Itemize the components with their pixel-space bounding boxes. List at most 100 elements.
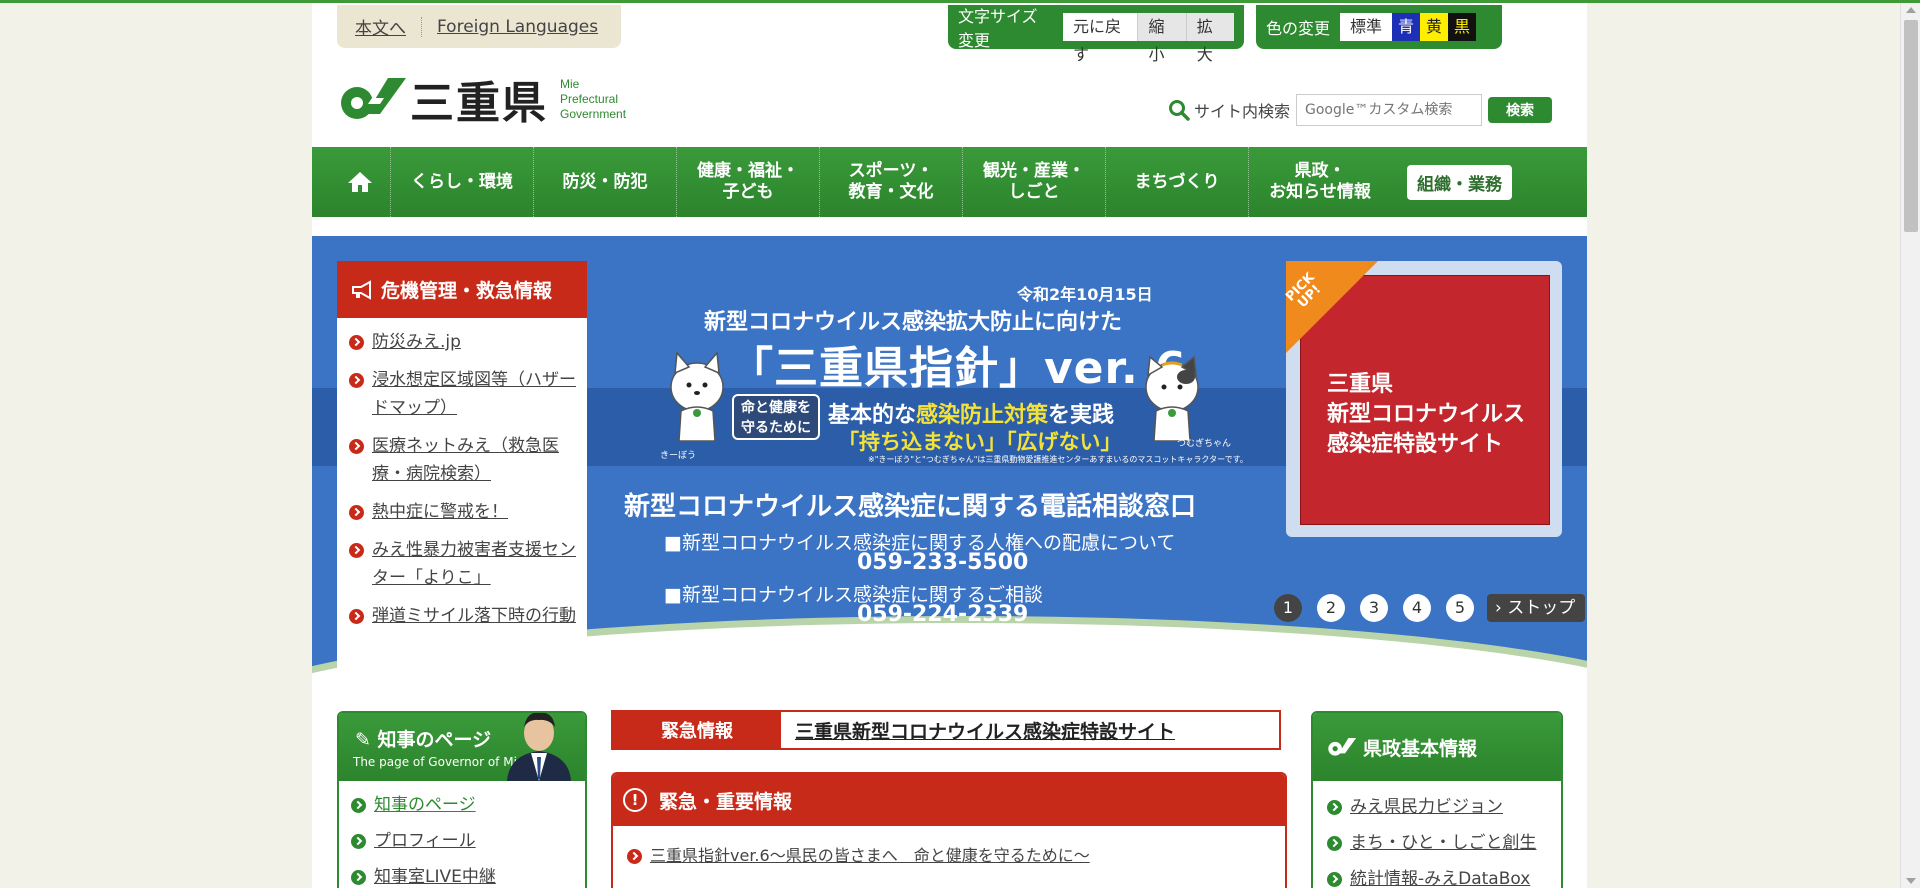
nav-item-bousai[interactable]: 防災・防犯 [533, 147, 676, 217]
governor-photo [507, 713, 571, 781]
pager-dot-1[interactable]: 1 [1274, 594, 1302, 622]
search-input[interactable] [1296, 94, 1483, 126]
pager-dot-2[interactable]: 2 [1317, 594, 1345, 622]
arrow-right-icon [351, 798, 366, 813]
text-size-smaller-button[interactable]: 縮小 [1137, 13, 1186, 64]
kensei-link[interactable]: 統計情報-みえDataBox [1350, 865, 1530, 888]
arrow-right-icon [349, 439, 364, 454]
important-link[interactable]: 三重県指針ver.6～県民の皆さまへ 命と健康を守るために～ [650, 842, 1090, 870]
color-change-label: 色の変更 [1266, 19, 1331, 38]
list-item: まち・ひと・しごと創生 [1327, 829, 1553, 857]
banner-line3-b: 感染防止対策 [916, 403, 1049, 428]
governor-header[interactable]: ✎ 知事のページ The page of Governor of Mie [339, 713, 585, 781]
foreign-languages-link[interactable]: Foreign Languages [437, 17, 598, 37]
governor-panel: ✎ 知事のページ The page of Governor of Mie 知事の… [337, 711, 587, 888]
governor-link[interactable]: 知事のページ [374, 791, 476, 819]
text-size-label: 文字サイズ変更 [958, 7, 1038, 50]
text-size-larger-button[interactable]: 拡大 [1185, 13, 1235, 64]
important-header: ! 緊急・重要情報 [613, 774, 1285, 826]
crisis-link[interactable]: 浸水想定区域図等（ハザードマップ） [372, 366, 577, 422]
stop-label: ストップ [1507, 598, 1576, 618]
list-item: 熱中症に警戒を！ [349, 498, 577, 526]
emergency-label: 緊急情報 [613, 712, 781, 748]
carousel-stop-button[interactable]: › ストップ [1487, 594, 1586, 622]
nav-label: くらし・環境 [411, 171, 513, 192]
search-icon [1169, 100, 1190, 121]
banner-line3-a: 基本的な [828, 403, 917, 428]
kensei-link[interactable]: まち・ひと・しごと創生 [1350, 829, 1537, 857]
mie-emblem-icon [1328, 738, 1357, 756]
arrow-right-icon [1327, 800, 1342, 815]
list-item: みえ県民力ビジョン [1327, 793, 1553, 821]
nav-label: しごと [1008, 182, 1060, 202]
arrow-right-icon [349, 609, 364, 624]
nav-item-sports[interactable]: スポーツ・ 教育・文化 [819, 147, 962, 217]
governor-title: ✎ 知事のページ [355, 725, 491, 752]
scroll-down-arrow-icon[interactable] [1906, 878, 1916, 884]
nav-label: 県政・ [1294, 161, 1346, 181]
banner-date: 令和2年10月15日 [1017, 285, 1153, 304]
pager-dot-5[interactable]: 5 [1446, 594, 1474, 622]
nav-item-machizukuri[interactable]: まちづくり [1105, 147, 1248, 217]
nav-item-kankou[interactable]: 観光・産業・ しごと [962, 147, 1105, 217]
crisis-link[interactable]: 防災みえ.jp [372, 328, 461, 356]
kensei-header: 県政基本情報 [1313, 713, 1561, 781]
global-nav: くらし・環境 防災・防犯 健康・福祉・ 子ども スポーツ・ 教育・文化 観光・産業・… [312, 147, 1587, 217]
text-size-reset-button[interactable]: 元に戻す [1062, 13, 1138, 64]
color-standard-button[interactable]: 標準 [1340, 13, 1393, 41]
pickup-card[interactable]: 三重県 新型コロナウイルス 感染症特設サイト PICK UP! [1283, 261, 1562, 537]
nav-org-button[interactable]: 組織・業務 [1407, 164, 1512, 200]
vertical-scrollbar[interactable] [1900, 3, 1920, 888]
skip-links: 本文へ Foreign Languages [337, 5, 621, 48]
crisis-link[interactable]: 弾道ミサイル落下時の行動 [372, 602, 576, 630]
crisis-link[interactable]: みえ性暴力被害者支援センター「よりこ」 [372, 536, 577, 592]
color-yellow-button[interactable]: 黄 [1420, 13, 1449, 41]
site-logo[interactable]: 三重県 Mie Prefectural Government [338, 67, 626, 131]
scrollbar-thumb[interactable] [1904, 20, 1918, 232]
nav-label: 子ども [722, 182, 774, 202]
arrow-right-icon [351, 834, 366, 849]
list-item: みえ性暴力被害者支援センター「よりこ」 [349, 536, 577, 592]
nav-item-kensei[interactable]: 県政・ お知らせ情報 [1248, 147, 1391, 217]
pager-dot-3[interactable]: 3 [1360, 594, 1388, 622]
banner-phone1: 059-233-5500 [857, 550, 1029, 575]
nav-label: 教育・文化 [848, 182, 934, 202]
banner-badge: 命と健康を 守るために [732, 394, 820, 440]
color-black-button[interactable]: 黒 [1448, 13, 1477, 41]
scroll-up-arrow-icon[interactable] [1906, 7, 1916, 13]
banner-line4: 「持ち込まない」「広げない」 [838, 430, 1122, 454]
text-size-panel: 文字サイズ変更 元に戻す 縮小 拡大 [948, 5, 1244, 64]
badge-line: 守るために [741, 420, 811, 436]
skip-to-main-link[interactable]: 本文へ [355, 14, 406, 39]
search-button[interactable]: 検索 [1488, 97, 1553, 123]
governor-link[interactable]: 知事室LIVE中継 [374, 863, 496, 888]
list-item: 知事室LIVE中継 [351, 863, 575, 888]
emergency-link[interactable]: 三重県新型コロナウイルス感染症特設サイト [781, 712, 1279, 748]
banner-note: ※"きーぼう"と"つむぎちゃん"は三重県動物愛護推進センターあすまいるのマスコッ… [868, 455, 1248, 464]
nav-item-kurashi[interactable]: くらし・環境 [390, 147, 533, 217]
divider [421, 16, 422, 37]
page-container: 本文へ Foreign Languages 文字サイズ変更 元に戻す 縮小 拡大… [312, 3, 1587, 888]
kensei-link[interactable]: みえ県民力ビジョン [1350, 793, 1503, 821]
mascot2-label: つむぎちゃん [1177, 439, 1232, 449]
crisis-panel: 危機管理・救急情報 防災みえ.jp 浸水想定区域図等（ハザードマップ） 医療ネッ… [337, 261, 587, 691]
arrow-right-icon [627, 849, 642, 864]
banner-phone2: 059-224-2339 [857, 602, 1029, 627]
governor-link[interactable]: プロフィール [374, 827, 476, 855]
color-blue-button[interactable]: 青 [1392, 13, 1421, 41]
nav-label: 観光・産業・ [983, 161, 1085, 181]
chevron-right-icon: › [1495, 598, 1508, 618]
pager-dot-4[interactable]: 4 [1403, 594, 1431, 622]
logo-en-line: Government [560, 106, 627, 121]
list-item: 弾道ミサイル落下時の行動 [349, 602, 577, 630]
nav-item-kenkou[interactable]: 健康・福祉・ 子ども [676, 147, 819, 217]
alert-icon: ! [623, 788, 647, 812]
nav-home[interactable] [330, 147, 390, 217]
arrow-right-icon [349, 505, 364, 520]
mie-emblem-icon [341, 78, 406, 119]
crisis-link[interactable]: 熱中症に警戒を！ [372, 498, 508, 526]
banner-line5: 新型コロナウイルス感染症に関する電話相談窓口 [624, 492, 1197, 522]
crisis-link[interactable]: 医療ネットみえ（救急医療・病院検索） [372, 432, 577, 488]
pickup-text: 三重県 新型コロナウイルス 感染症特設サイト [1327, 370, 1525, 460]
search-label: サイト内検索 [1194, 102, 1291, 121]
